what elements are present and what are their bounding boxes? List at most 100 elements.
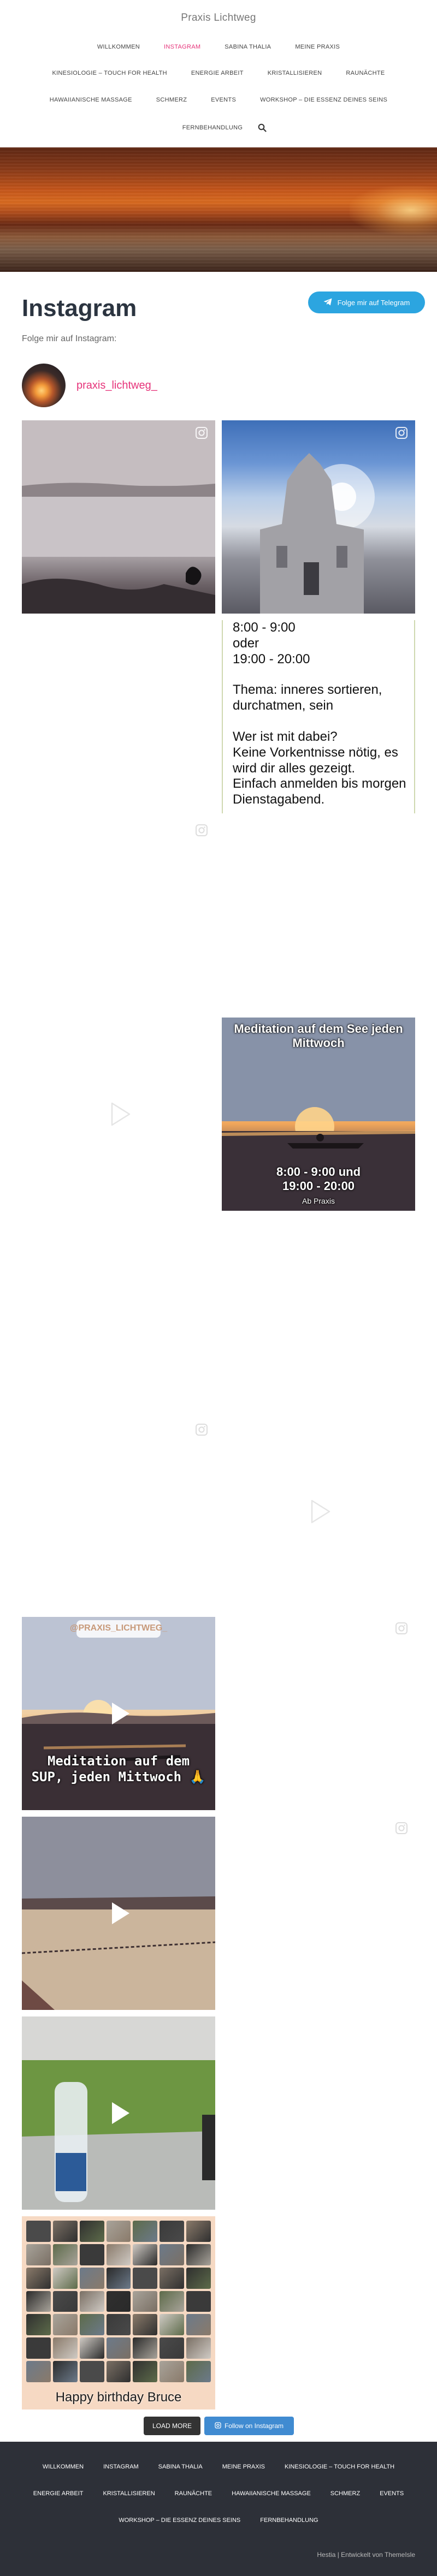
load-more-button[interactable]: LOAD MORE [144, 2417, 200, 2435]
collage-thumbnail [106, 2291, 131, 2312]
collage-thumbnail [186, 2267, 211, 2289]
collage-thumbnail [26, 2291, 51, 2312]
nav-item-hawaiianische-massage[interactable]: Hawaiianische Massage [38, 97, 144, 103]
collage-thumbnail [26, 2361, 51, 2382]
profile-username[interactable]: praxis_lichtweg_ [76, 379, 157, 392]
telegram-follow-label: Folge mir auf Telegram [337, 298, 410, 307]
footer-credits[interactable]: Hestia | Entwickelt von ThemeIsle [317, 2551, 415, 2559]
feed-post-meditation-lake[interactable]: Meditation auf dem See jeden Mittwoch 8:… [222, 1018, 415, 1211]
instagram-icon [394, 426, 409, 440]
feed-post-video-blank[interactable] [22, 1018, 215, 1211]
nav-item-fernbehandlung[interactable]: Fernbehandlung [170, 124, 255, 131]
footer-link-hawaiianische-massage[interactable]: Hawaiianische Massage [222, 2490, 321, 2497]
footer-link-sabina-thalia[interactable]: Sabina Thalia [149, 2464, 212, 2470]
instagram-icon [215, 2422, 221, 2430]
footer-nav-row-1: Willkommen Instagram Sabina Thalia Meine… [0, 2464, 437, 2470]
feed-post-dog-collage[interactable]: Happy birthday Bruce [22, 2216, 215, 2410]
instagram-icon [194, 426, 209, 440]
collage-thumbnail [133, 2244, 158, 2265]
instagram-icon [394, 1821, 409, 1835]
feed-post-church[interactable] [222, 420, 415, 614]
instagram-icon [194, 1423, 209, 1437]
profile-avatar[interactable] [22, 364, 66, 407]
nav-item-instagram[interactable]: Instagram [152, 44, 212, 50]
footer-link-instagram[interactable]: Instagram [93, 2464, 149, 2470]
collage-thumbnail [79, 2267, 104, 2289]
play-icon [103, 1099, 134, 1129]
collage-thumbnail [26, 2221, 51, 2242]
footer-link-workshop[interactable]: Workshop – die Essenz deines Seins [109, 2517, 250, 2524]
footer-nav-row-2: Energie Arbeit Kristallisieren Raunächte… [0, 2490, 437, 2497]
footer-link-meine-praxis[interactable]: Meine Praxis [212, 2464, 275, 2470]
text-card-line [223, 714, 414, 729]
meditation-caption-small: Ab Praxis [302, 1197, 335, 1205]
collage-thumbnail [186, 2337, 211, 2359]
play-icon [103, 2098, 134, 2128]
telegram-follow-button[interactable]: Folge mir auf Telegram [308, 291, 425, 313]
page-subtitle: Folge mir auf Instagram: [22, 334, 117, 343]
text-card-line: durchatmen, sein [233, 698, 334, 713]
collage-thumbnail [160, 2337, 185, 2359]
footer-link-raunaechte[interactable]: Raunächte [165, 2490, 222, 2497]
text-card-line: wird dir alles gezeigt. [233, 760, 356, 776]
nav-item-kristallisieren[interactable]: Kristallisieren [256, 70, 334, 76]
nav-item-kinesiologie[interactable]: Kinesiologie – Touch for Health [40, 70, 179, 76]
feed-post-meadow-bottle[interactable] [22, 2016, 215, 2210]
footer-link-schmerz[interactable]: Schmerz [321, 2490, 370, 2497]
site-footer: Willkommen Instagram Sabina Thalia Meine… [0, 2442, 437, 2576]
collage-thumbnail [52, 2291, 78, 2312]
nav-item-raunaechte[interactable]: Raunächte [334, 70, 397, 76]
collage-thumbnail [106, 2361, 131, 2382]
collage-thumbnail [186, 2314, 211, 2336]
footer-link-kinesiologie[interactable]: Kinesiologie – Touch for Health [275, 2464, 404, 2470]
text-card-line [223, 667, 414, 682]
feed-post-shore-sunset[interactable] [22, 1817, 215, 2010]
feed-post-sunset-lake[interactable] [22, 420, 215, 614]
footer-link-willkommen[interactable]: Willkommen [33, 2464, 93, 2470]
collage-thumbnail [186, 2291, 211, 2312]
nav-item-meine-praxis[interactable]: Meine Praxis [283, 44, 352, 50]
collage-thumbnail [106, 2314, 131, 2336]
collage-thumbnail [160, 2221, 185, 2242]
footer-link-energie-arbeit[interactable]: Energie Arbeit [23, 2490, 93, 2497]
nav-item-willkommen[interactable]: Willkommen [85, 44, 152, 50]
main-nav-row-2: Kinesiologie – Touch for Health Energie … [0, 70, 437, 76]
nav-item-events[interactable]: Events [199, 97, 248, 103]
feed-post-sup-meditation[interactable]: @PRAXIS_LICHTWEG_ Meditation auf dem SUP… [22, 1617, 215, 1810]
collage-thumbnail [52, 2267, 78, 2289]
collage-thumbnail [79, 2244, 104, 2265]
follow-instagram-button[interactable]: Follow on Instagram [204, 2417, 294, 2435]
instagram-profile-header: praxis_lichtweg_ [22, 364, 157, 407]
play-icon [103, 1898, 134, 1929]
collage-thumbnail [52, 2337, 78, 2359]
nav-item-energie-arbeit[interactable]: Energie Arbeit [179, 70, 256, 76]
collage-thumbnail [133, 2337, 158, 2359]
footer-link-kristallisieren[interactable]: Kristallisieren [93, 2490, 165, 2497]
page-title: Instagram [22, 295, 137, 322]
nav-item-sabina-thalia[interactable]: Sabina Thalia [212, 44, 283, 50]
nav-item-schmerz[interactable]: Schmerz [144, 97, 199, 103]
collage-thumbnail [133, 2267, 158, 2289]
footer-link-fernbehandlung[interactable]: Fernbehandlung [250, 2517, 328, 2524]
collage-thumbnail [26, 2314, 51, 2336]
meditation-caption-bottom: 8:00 - 9:00 und 19:00 - 20:00 [276, 1165, 361, 1193]
collage-thumbnail [79, 2314, 104, 2336]
play-icon[interactable] [303, 1496, 334, 1527]
collage-thumbnail [186, 2244, 211, 2265]
nav-item-workshop[interactable]: Workshop – die Essenz deines Seins [248, 97, 399, 103]
collage-thumbnail [106, 2244, 131, 2265]
collage-thumbnail [160, 2267, 185, 2289]
collage-thumbnail [52, 2244, 78, 2265]
main-nav-row-3: Hawaiianische Massage Schmerz Events Wor… [0, 97, 437, 103]
collage-thumbnail [160, 2244, 185, 2265]
feed-post-text-card[interactable]: 8:00 - 9:00 oder 19:00 - 20:00 Thema: in… [222, 620, 415, 813]
collage-thumbnail [79, 2361, 104, 2382]
instagram-icon [194, 823, 209, 837]
collage-thumbnail [52, 2221, 78, 2242]
main-nav-row-4: Fernbehandlung [0, 123, 437, 132]
feed-post-blank[interactable] [22, 620, 215, 813]
footer-link-events[interactable]: Events [370, 2490, 414, 2497]
search-icon[interactable] [258, 123, 267, 132]
collage-thumbnail [186, 2221, 211, 2242]
site-title[interactable]: Praxis Lichtweg [0, 12, 437, 24]
